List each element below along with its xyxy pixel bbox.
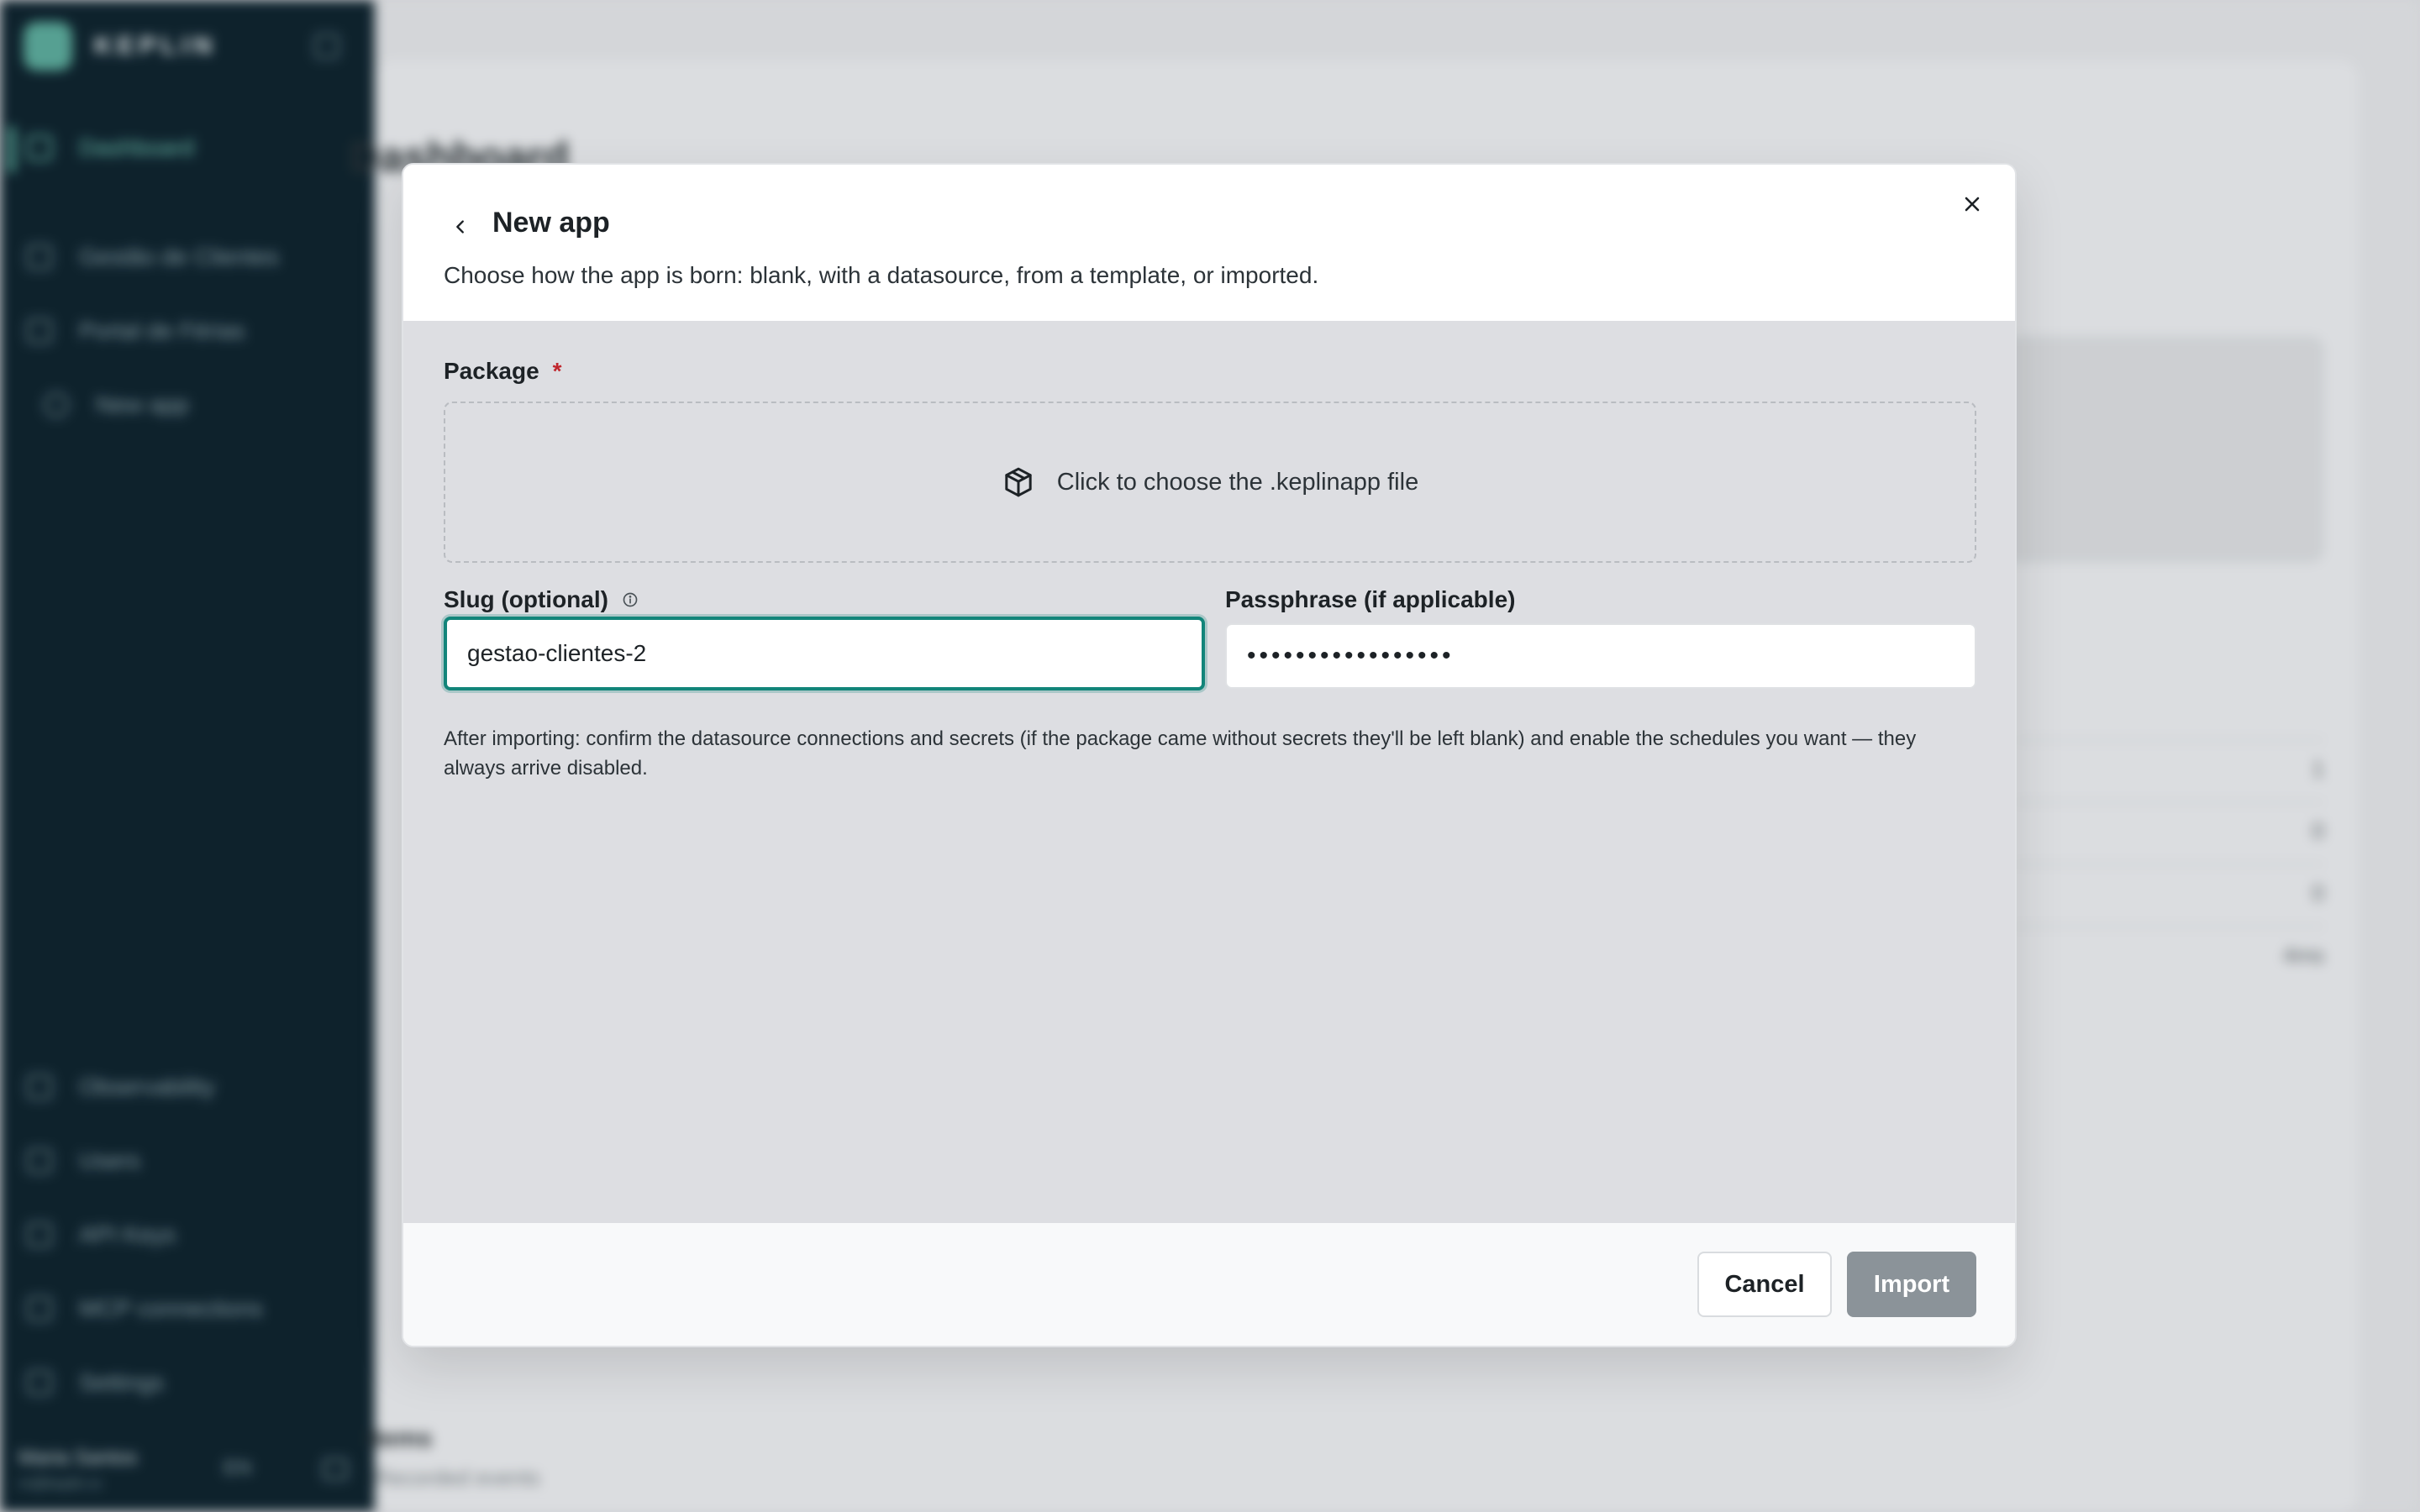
import-help-text: After importing: confirm the datasource … [444, 727, 1917, 780]
slug-input[interactable] [444, 617, 1205, 690]
dropzone-text: Click to choose the .keplinapp file [1056, 468, 1419, 496]
package-label: Package * [444, 358, 562, 385]
back-button[interactable] [442, 208, 479, 245]
dialog-footer: Cancel Import [403, 1223, 2015, 1346]
info-icon[interactable] [622, 591, 639, 608]
slug-label: Slug (optional) [444, 586, 639, 613]
passphrase-input[interactable]: ••••••••••••••••• [1225, 623, 1976, 689]
passphrase-label-text: Passphrase (if applicable) [1225, 586, 1516, 612]
passphrase-label: Passphrase (if applicable) [1225, 586, 1515, 613]
dialog-header: New app Choose how the app is born: blan… [403, 165, 2015, 321]
package-dropzone[interactable]: Click to choose the .keplinapp file [444, 402, 1976, 563]
package-icon [1005, 467, 1032, 497]
close-button[interactable] [1951, 183, 1993, 225]
required-asterisk: * [552, 358, 562, 384]
dialog-description: Choose how the app is born: blank, with … [444, 262, 1319, 288]
cancel-button[interactable]: Cancel [1697, 1252, 1832, 1317]
close-icon [1965, 197, 1980, 212]
import-button[interactable]: Import [1847, 1252, 1976, 1317]
dialog-title: New app [492, 207, 610, 239]
slug-label-text: Slug (optional) [444, 586, 608, 612]
package-label-text: Package [444, 358, 539, 384]
new-app-dialog: New app Choose how the app is born: blan… [402, 163, 2017, 1347]
chevron-left-icon [456, 220, 464, 234]
